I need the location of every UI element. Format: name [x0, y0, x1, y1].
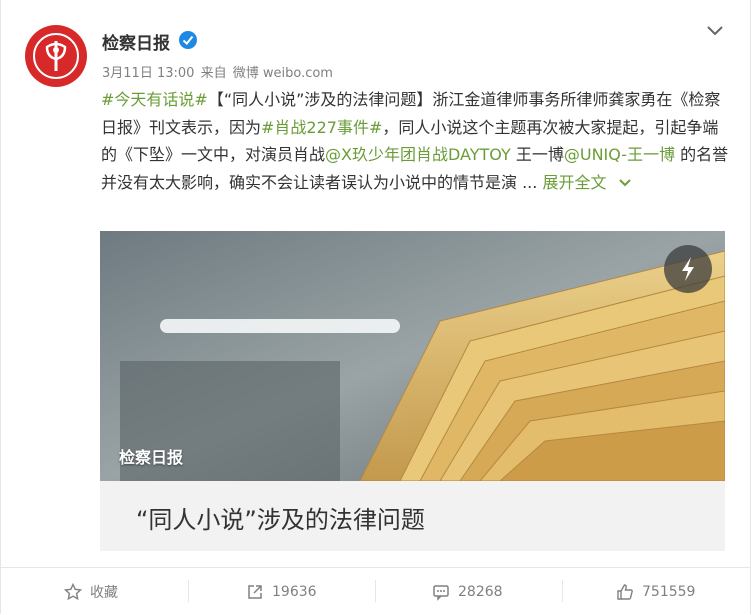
favorite-button[interactable]: 收藏 — [64, 568, 118, 615]
share-icon — [248, 584, 262, 599]
verified-icon — [179, 31, 197, 49]
post-date[interactable]: 3月11日 13:00 — [102, 66, 194, 81]
expand-full-text-link[interactable]: 展开全文 — [542, 173, 631, 192]
favorite-label: 收藏 — [90, 584, 118, 601]
weibo-post-card: 检察日报 3月11日 13:00 来自 微博 weibo.com #今天有话说#… — [0, 0, 751, 614]
mention-link[interactable]: @X玖少年团肖战DAYTOY — [325, 145, 511, 164]
star-icon — [64, 582, 82, 600]
flash-badge — [664, 245, 712, 293]
divider — [562, 580, 563, 602]
from-label: 来自 — [200, 66, 227, 81]
expand-label: 展开全文 — [542, 172, 607, 192]
chevron-down-icon — [618, 179, 631, 187]
post-source[interactable]: 微博 weibo.com — [233, 66, 333, 81]
repost-button[interactable]: 19636 — [246, 568, 317, 615]
post-meta: 3月11日 13:00 来自 微博 weibo.com — [102, 62, 335, 81]
topic-link[interactable]: #今天有话说# — [101, 90, 208, 109]
brand-logo-icon — [45, 41, 67, 71]
image-source-label: 检察日报 — [119, 448, 184, 467]
article-card-image[interactable]: 检察日报 — [100, 231, 725, 481]
divider — [188, 580, 189, 602]
author-name[interactable]: 检察日报 — [102, 29, 170, 54]
post-text: #今天有话说#【“同人小说”涉及的法律问题】浙江金道律师事务所律师龚家勇在《检察… — [101, 86, 731, 196]
comment-icon — [433, 584, 449, 601]
chevron-down-icon[interactable] — [706, 24, 724, 38]
action-bar: 收藏 19636 28268 751559 — [1, 567, 751, 615]
comment-button[interactable]: 28268 — [432, 568, 503, 615]
avatar[interactable] — [25, 25, 87, 87]
article-title: “同人小说”涉及的法律问题 — [136, 506, 425, 534]
topic-link[interactable]: #肖战227事件# — [261, 118, 382, 137]
article-card-caption[interactable]: “同人小说”涉及的法律问题 — [100, 481, 725, 551]
divider — [375, 580, 376, 602]
thumbs-up-icon — [617, 583, 633, 600]
like-count: 751559 — [642, 583, 696, 600]
article-photo — [100, 231, 725, 481]
lightning-icon — [682, 257, 694, 281]
text-segment: 王一博 — [510, 145, 564, 165]
like-button[interactable]: 751559 — [616, 568, 695, 615]
comment-count: 28268 — [458, 583, 503, 600]
repost-count: 19636 — [272, 583, 317, 600]
mention-link[interactable]: @UNIQ-王一博 — [564, 145, 675, 164]
